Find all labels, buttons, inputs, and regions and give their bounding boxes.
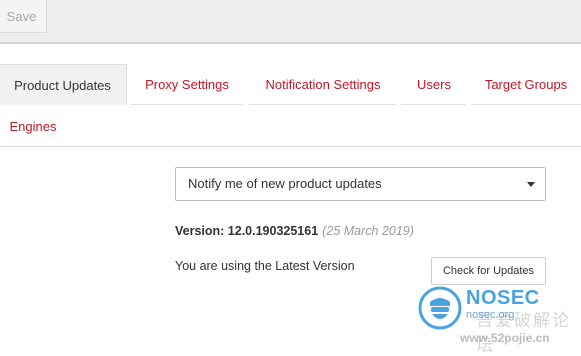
version-number: Version: 12.0.190325161	[175, 224, 319, 238]
update-status-text: You are using the Latest Version	[175, 259, 355, 273]
tab-product-updates[interactable]: Product Updates	[0, 64, 127, 105]
select-value: Notify me of new product updates	[188, 176, 382, 191]
tab-target-groups[interactable]: Target Groups	[471, 64, 581, 105]
save-button[interactable]: Save	[0, 0, 47, 33]
settings-tabs: Product Updates Proxy Settings Notificat…	[0, 64, 581, 148]
watermark-url: www.52pojie.cn	[460, 331, 550, 345]
version-info: Version: 12.0.190325161 (25 March 2019)	[175, 224, 414, 238]
nosec-shield-icon	[418, 286, 462, 330]
tab-proxy-settings[interactable]: Proxy Settings	[130, 64, 244, 105]
tabs-divider	[0, 146, 581, 147]
update-notification-select[interactable]: Notify me of new product updates	[175, 167, 546, 201]
toolbar: Save	[0, 0, 581, 44]
tab-users[interactable]: Users	[401, 64, 467, 105]
caret-down-icon	[527, 182, 535, 187]
watermark-subtitle: nosec.org	[466, 309, 515, 321]
watermark: NOSEC 吾爱破解论坛 nosec.org www.52pojie.cn	[416, 286, 581, 355]
version-date: (25 March 2019)	[322, 224, 414, 238]
tab-notification-settings[interactable]: Notification Settings	[249, 64, 397, 105]
check-for-updates-button[interactable]: Check for Updates	[431, 257, 546, 285]
tab-engines[interactable]: Engines	[0, 106, 66, 147]
